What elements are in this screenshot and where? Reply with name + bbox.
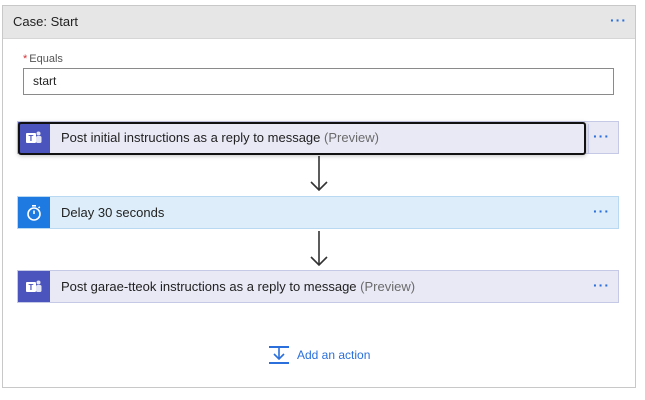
flow-arrow-icon [310,231,328,267]
add-action-icon [269,346,289,364]
case-header[interactable]: Case: Start ··· [3,6,635,39]
teams-icon: T [18,271,50,302]
action-more-options-icon[interactable]: ··· [593,128,610,144]
action-post-initial-instructions[interactable]: T Post initial instructions as a reply t… [17,121,619,155]
svg-text:T: T [29,283,34,292]
add-action-label: Add an action [297,348,371,362]
action-more-options-icon[interactable]: ··· [593,203,610,219]
action-label: Post initial instructions as a reply to … [61,130,379,145]
case-more-options-icon[interactable]: ··· [610,12,627,28]
action-more-options-icon[interactable]: ··· [593,277,610,293]
flow-arrow-icon [310,156,328,192]
teams-icon: T [18,122,50,153]
action-delay[interactable]: Delay 30 seconds ··· [17,196,619,229]
required-marker: * [23,53,28,65]
timer-icon [18,197,50,228]
action-label: Delay 30 seconds [61,205,165,220]
equals-label: * Equals [23,53,63,65]
case-title: Case: Start [13,14,79,29]
svg-text:T: T [29,134,34,143]
action-post-garae-tteok-instructions[interactable]: T Post garae-tteok instructions as a rep… [17,270,619,303]
divider [588,124,589,153]
action-label: Post garae-tteok instructions as a reply… [61,279,416,294]
equals-label-text: Equals [29,53,63,65]
add-action-button[interactable]: Add an action [268,345,370,365]
equals-input[interactable]: start [23,68,614,95]
